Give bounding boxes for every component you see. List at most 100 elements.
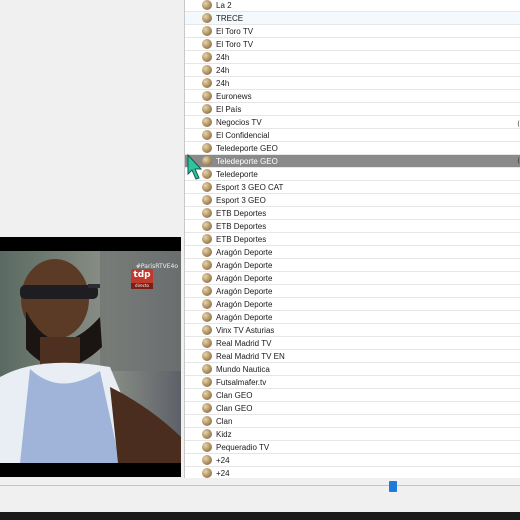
channel-row[interactable]: 24h xyxy=(185,51,520,64)
channel-name: Euronews xyxy=(216,92,252,101)
seek-track[interactable] xyxy=(0,485,520,486)
channel-row[interactable]: El Toro TV xyxy=(185,25,520,38)
channel-row[interactable]: +24 xyxy=(185,454,520,467)
channel-name: +24 xyxy=(216,469,230,478)
channel-name: Esport 3 GEO CAT xyxy=(216,183,284,192)
globe-ball-icon xyxy=(202,468,212,478)
channel-row[interactable]: Pequeradio TV xyxy=(185,441,520,454)
channel-row[interactable]: Aragón Deporte xyxy=(185,246,520,259)
channel-name: 24h xyxy=(216,66,230,75)
globe-ball-icon xyxy=(202,104,212,114)
live-badge: directo xyxy=(131,283,153,289)
channel-row[interactable]: Clan GEO xyxy=(185,389,520,402)
cursor-arrow-icon xyxy=(187,154,203,180)
channel-list[interactable]: La 2 TRECE El Toro TV El Toro TV 24h 24h 24h Eu… xyxy=(185,0,520,478)
globe-ball-icon xyxy=(202,442,212,452)
channel-row[interactable]: Vinx TV Asturias xyxy=(185,324,520,337)
taskbar-strip xyxy=(0,512,520,520)
channel-row[interactable]: Clan GEO xyxy=(185,402,520,415)
channel-name: El Confidencial xyxy=(216,131,270,140)
globe-ball-icon xyxy=(202,286,212,296)
globe-ball-icon xyxy=(202,143,212,153)
channel-name: Vinx TV Asturias xyxy=(216,326,275,335)
channel-row[interactable]: 24h xyxy=(185,64,520,77)
channel-name: 24h xyxy=(216,79,230,88)
globe-ball-icon xyxy=(202,299,212,309)
channel-name: El Toro TV xyxy=(216,40,254,49)
globe-ball-icon xyxy=(202,156,212,166)
globe-ball-icon xyxy=(202,208,212,218)
channel-row[interactable]: Kidz xyxy=(185,428,520,441)
channel-row[interactable]: TRECE xyxy=(185,12,520,25)
channel-row[interactable]: Clan xyxy=(185,415,520,428)
channel-row[interactable]: Teledeporte xyxy=(185,168,520,181)
channel-name: Aragón Deporte xyxy=(216,274,273,283)
globe-ball-icon xyxy=(202,221,212,231)
channel-row[interactable]: Aragón Deporte xyxy=(185,311,520,324)
channel-row[interactable]: Futsalmafer.tv xyxy=(185,376,520,389)
channel-row[interactable]: La 2 xyxy=(185,0,520,12)
channel-row[interactable]: Real Madrid TV xyxy=(185,337,520,350)
timeline-area xyxy=(0,478,520,512)
channel-row[interactable]: Esport 3 GEO CAT xyxy=(185,181,520,194)
globe-ball-icon xyxy=(202,338,212,348)
globe-ball-icon xyxy=(202,416,212,426)
channel-name: ETB Deportes xyxy=(216,209,267,218)
channel-row[interactable]: Aragón Deporte xyxy=(185,272,520,285)
channel-name: TRECE xyxy=(216,14,244,23)
channel-row[interactable]: +24 xyxy=(185,467,520,478)
globe-ball-icon xyxy=(202,78,212,88)
channel-row[interactable]: El Toro TV xyxy=(185,38,520,51)
channel-name: Aragón Deporte xyxy=(216,300,273,309)
globe-ball-icon xyxy=(202,26,212,36)
video-frame-image xyxy=(0,251,181,477)
channel-name: Teledeporte GEO xyxy=(216,157,278,166)
channel-name: Real Madrid TV xyxy=(216,339,272,348)
globe-ball-icon xyxy=(202,364,212,374)
globe-ball-icon xyxy=(202,117,212,127)
channel-name: Aragón Deporte xyxy=(216,248,273,257)
channel-row[interactable]: ETB Deportes xyxy=(185,233,520,246)
channel-name: El País xyxy=(216,105,242,114)
globe-ball-icon xyxy=(202,130,212,140)
channel-name: Esport 3 GEO xyxy=(216,196,266,205)
globe-ball-icon xyxy=(202,52,212,62)
channel-row[interactable]: Aragón Deporte xyxy=(185,259,520,272)
channel-row[interactable]: Aragón Deporte xyxy=(185,298,520,311)
channel-name: +24 xyxy=(216,456,230,465)
channel-row[interactable]: Teledeporte GEO xyxy=(185,142,520,155)
channel-rows: La 2 TRECE El Toro TV El Toro TV 24h 24h 24h Eu… xyxy=(185,0,520,478)
channel-name: 24h xyxy=(216,53,230,62)
globe-ball-icon xyxy=(202,429,212,439)
seek-thumb[interactable] xyxy=(389,481,397,492)
globe-ball-icon xyxy=(202,195,212,205)
channel-row[interactable]: Mundo Nautica xyxy=(185,363,520,376)
globe-ball-icon xyxy=(202,91,212,101)
globe-ball-icon xyxy=(202,325,212,335)
globe-ball-icon xyxy=(202,182,212,192)
globe-ball-icon xyxy=(202,403,212,413)
channel-row[interactable]: Euronews xyxy=(185,90,520,103)
channel-name: Clan GEO xyxy=(216,404,253,413)
channel-name: La 2 xyxy=(216,1,232,10)
channel-row[interactable]: El Confidencial xyxy=(185,129,520,142)
channel-row[interactable]: Real Madrid TV EN xyxy=(185,350,520,363)
globe-ball-icon xyxy=(202,377,212,387)
globe-ball-icon xyxy=(202,169,212,179)
channel-row[interactable]: Negocios TV xyxy=(185,116,520,129)
globe-ball-icon xyxy=(202,39,212,49)
channel-row[interactable]: Esport 3 GEO xyxy=(185,194,520,207)
channel-row[interactable]: Aragón Deporte xyxy=(185,285,520,298)
channel-name: ETB Deportes xyxy=(216,235,267,244)
channel-row[interactable]: ETB Deportes xyxy=(185,207,520,220)
globe-ball-icon xyxy=(202,13,212,23)
channel-name: Teledeporte GEO xyxy=(216,144,278,153)
globe-ball-icon xyxy=(202,312,212,322)
video-preview[interactable] xyxy=(0,237,181,477)
channel-row[interactable]: 24h xyxy=(185,77,520,90)
globe-ball-icon xyxy=(202,351,212,361)
channel-row[interactable]: ETB Deportes xyxy=(185,220,520,233)
channel-row[interactable]: Teledeporte GEO xyxy=(185,155,520,168)
channel-name: ETB Deportes xyxy=(216,222,267,231)
channel-row[interactable]: El País xyxy=(185,103,520,116)
